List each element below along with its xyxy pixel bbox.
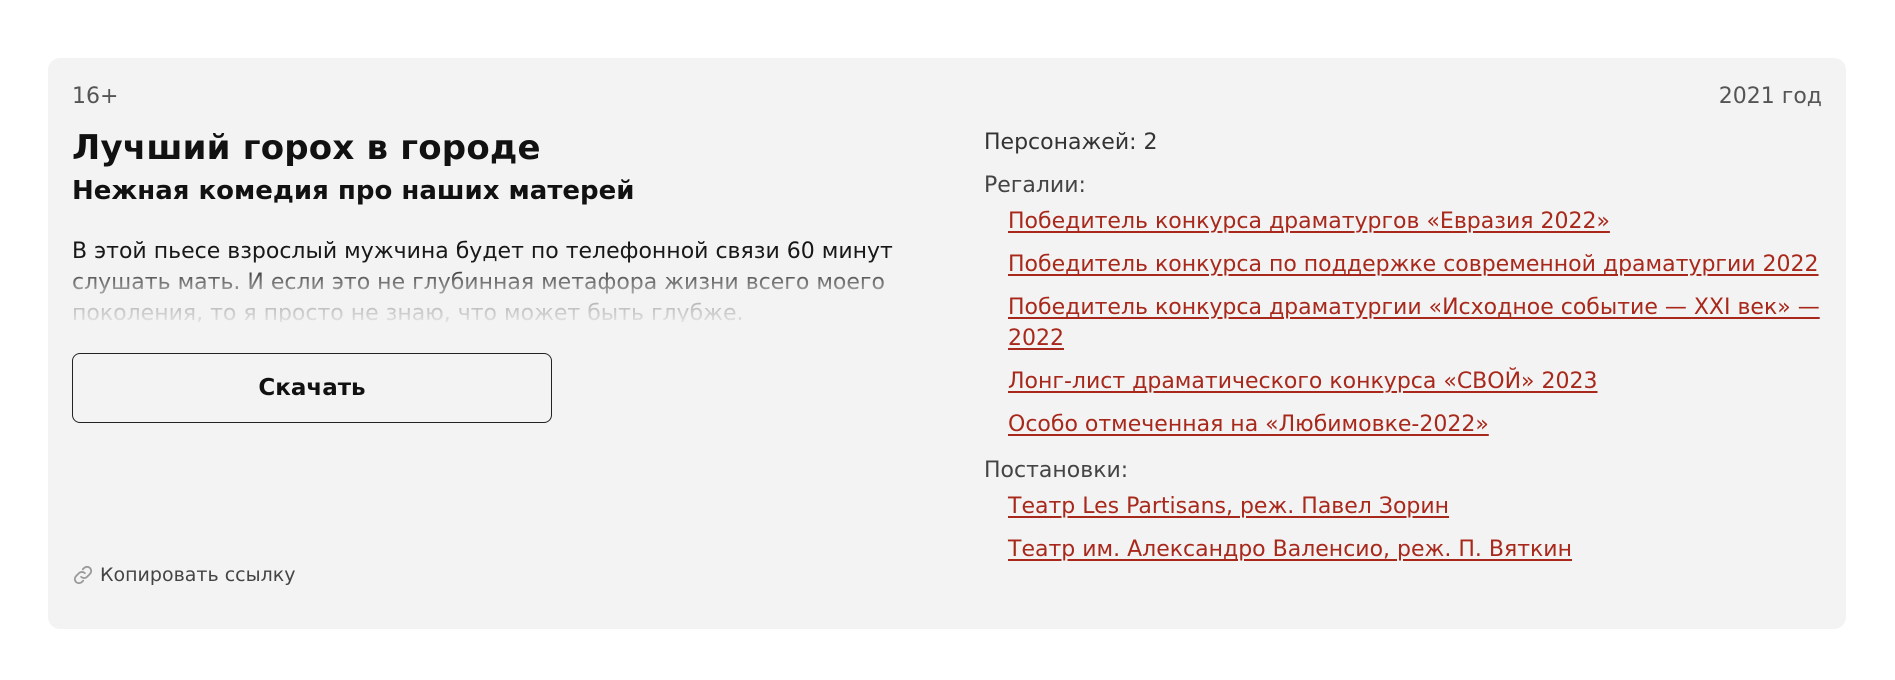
list-item: Лонг-лист драматического конкурса «СВОЙ»… [1008, 366, 1824, 397]
play-details: Персонажей: 2 Регалии: Победитель конкур… [984, 130, 1824, 577]
play-subtitle: Нежная комедия про наших матерей [72, 176, 635, 206]
play-title: Лучший горох в городе [72, 128, 541, 168]
productions-label: Постановки: [984, 458, 1129, 483]
awards-list: Победитель конкурса драматургов «Евразия… [984, 206, 1824, 440]
play-description: В этой пьесе взрослый мужчина будет по т… [72, 239, 893, 322]
award-link[interactable]: Победитель конкурса драматургии «Исходно… [1008, 295, 1820, 351]
link-icon [72, 564, 94, 586]
list-item: Победитель конкурса драматургов «Евразия… [1008, 206, 1824, 237]
production-link[interactable]: Театр им. Александро Валенсио, реж. П. В… [1008, 537, 1572, 562]
list-item: Театр Les Partisans, реж. Павел Зорин [1008, 491, 1824, 522]
list-item: Театр им. Александро Валенсио, реж. П. В… [1008, 534, 1824, 565]
download-button[interactable]: Скачать [72, 353, 552, 423]
awards-label: Регалии: [984, 173, 1086, 198]
play-year: 2021 год [1718, 84, 1822, 109]
characters-count: Персонажей: 2 [984, 130, 1158, 155]
play-card: 16+ 2021 год Лучший горох в городе Нежна… [48, 58, 1846, 629]
productions-list: Театр Les Partisans, реж. Павел Зорин Те… [984, 491, 1824, 565]
award-link[interactable]: Лонг-лист драматического конкурса «СВОЙ»… [1008, 369, 1598, 394]
production-link[interactable]: Театр Les Partisans, реж. Павел Зорин [1008, 494, 1449, 519]
list-item: Победитель конкурса драматургии «Исходно… [1008, 292, 1824, 354]
age-rating: 16+ [72, 84, 119, 109]
list-item: Победитель конкурса по поддержке совреме… [1008, 249, 1824, 280]
copy-link-button[interactable]: Копировать ссылку [72, 564, 295, 586]
copy-link-label: Копировать ссылку [100, 564, 296, 586]
list-item: Особо отмеченная на «Любимовке-2022» [1008, 409, 1824, 440]
award-link[interactable]: Особо отмеченная на «Любимовке-2022» [1008, 412, 1489, 437]
award-link[interactable]: Победитель конкурса по поддержке совреме… [1008, 252, 1819, 277]
award-link[interactable]: Победитель конкурса драматургов «Евразия… [1008, 209, 1610, 234]
